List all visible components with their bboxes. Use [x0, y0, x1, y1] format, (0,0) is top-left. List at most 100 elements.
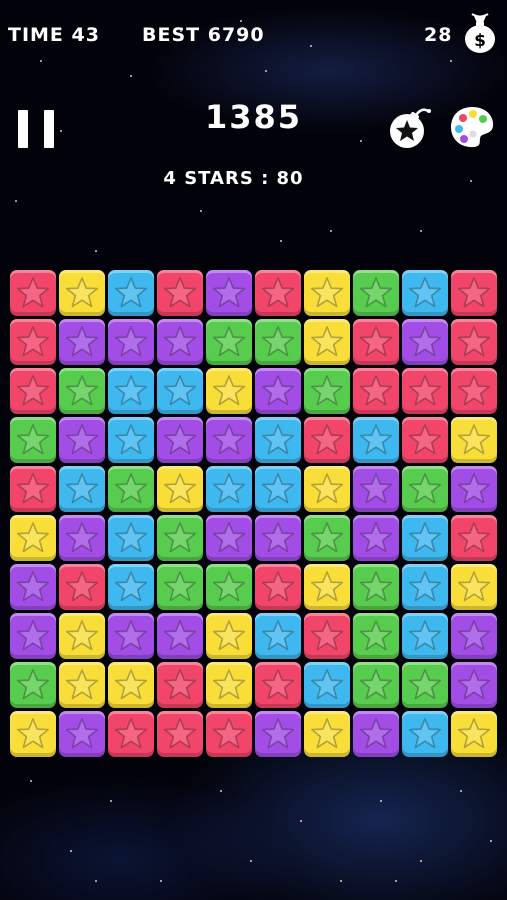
star-tile-red[interactable]: [59, 564, 105, 610]
star-tile-green[interactable]: [353, 270, 399, 316]
star-tile-purple[interactable]: [206, 270, 252, 316]
star-tile-red[interactable]: [10, 270, 56, 316]
star-tile-green[interactable]: [353, 662, 399, 708]
star-tile-yellow[interactable]: [10, 711, 56, 757]
star-tile-yellow[interactable]: [451, 417, 497, 463]
star-tile-green[interactable]: [353, 613, 399, 659]
star-tile-yellow[interactable]: [451, 564, 497, 610]
star-tile-blue[interactable]: [108, 368, 154, 414]
star-tile-yellow[interactable]: [304, 711, 350, 757]
star-tile-yellow[interactable]: [59, 270, 105, 316]
star-tile-red[interactable]: [10, 368, 56, 414]
star-tile-red[interactable]: [451, 270, 497, 316]
star-tile-yellow[interactable]: [157, 466, 203, 512]
star-tile-purple[interactable]: [451, 662, 497, 708]
star-tile-green[interactable]: [10, 417, 56, 463]
star-tile-yellow[interactable]: [304, 319, 350, 365]
palette-button[interactable]: [448, 104, 496, 150]
star-tile-green[interactable]: [59, 368, 105, 414]
star-tile-green[interactable]: [206, 564, 252, 610]
star-tile-purple[interactable]: [255, 711, 301, 757]
star-tile-red[interactable]: [353, 319, 399, 365]
star-tile-red[interactable]: [255, 662, 301, 708]
bomb-button[interactable]: [386, 103, 434, 151]
star-tile-blue[interactable]: [255, 466, 301, 512]
star-tile-green[interactable]: [206, 319, 252, 365]
star-tile-blue[interactable]: [402, 711, 448, 757]
star-tile-purple[interactable]: [108, 613, 154, 659]
star-tile-blue[interactable]: [108, 564, 154, 610]
star-tile-yellow[interactable]: [304, 270, 350, 316]
star-tile-blue[interactable]: [402, 270, 448, 316]
star-tile-yellow[interactable]: [10, 515, 56, 561]
star-tile-purple[interactable]: [108, 319, 154, 365]
star-tile-green[interactable]: [402, 662, 448, 708]
star-tile-green[interactable]: [157, 564, 203, 610]
star-tile-blue[interactable]: [157, 368, 203, 414]
star-tile-purple[interactable]: [59, 417, 105, 463]
star-tile-yellow[interactable]: [206, 368, 252, 414]
star-tile-red[interactable]: [304, 417, 350, 463]
star-tile-purple[interactable]: [206, 515, 252, 561]
star-tile-purple[interactable]: [255, 515, 301, 561]
star-tile-blue[interactable]: [255, 417, 301, 463]
star-tile-yellow[interactable]: [206, 613, 252, 659]
star-tile-purple[interactable]: [451, 613, 497, 659]
star-tile-red[interactable]: [402, 368, 448, 414]
star-tile-purple[interactable]: [59, 515, 105, 561]
star-tile-red[interactable]: [451, 368, 497, 414]
star-tile-red[interactable]: [10, 319, 56, 365]
star-tile-purple[interactable]: [59, 711, 105, 757]
star-tile-yellow[interactable]: [304, 564, 350, 610]
star-tile-blue[interactable]: [59, 466, 105, 512]
star-tile-red[interactable]: [451, 319, 497, 365]
money-bag-icon[interactable]: $: [462, 12, 498, 54]
star-tile-blue[interactable]: [402, 515, 448, 561]
star-tile-green[interactable]: [304, 515, 350, 561]
star-tile-purple[interactable]: [59, 319, 105, 365]
star-tile-blue[interactable]: [402, 564, 448, 610]
star-tile-red[interactable]: [255, 270, 301, 316]
star-tile-green[interactable]: [255, 319, 301, 365]
star-tile-purple[interactable]: [353, 515, 399, 561]
star-tile-purple[interactable]: [10, 564, 56, 610]
star-tile-red[interactable]: [353, 368, 399, 414]
star-tile-yellow[interactable]: [206, 662, 252, 708]
star-tile-blue[interactable]: [108, 270, 154, 316]
star-tile-red[interactable]: [157, 270, 203, 316]
star-tile-red[interactable]: [157, 662, 203, 708]
star-tile-green[interactable]: [10, 662, 56, 708]
star-tile-yellow[interactable]: [451, 711, 497, 757]
star-tile-green[interactable]: [108, 466, 154, 512]
star-tile-red[interactable]: [451, 515, 497, 561]
star-tile-purple[interactable]: [10, 613, 56, 659]
star-tile-purple[interactable]: [255, 368, 301, 414]
star-tile-purple[interactable]: [157, 417, 203, 463]
star-tile-yellow[interactable]: [304, 466, 350, 512]
star-tile-purple[interactable]: [157, 319, 203, 365]
star-tile-purple[interactable]: [353, 711, 399, 757]
star-tile-yellow[interactable]: [108, 662, 154, 708]
star-tile-purple[interactable]: [206, 417, 252, 463]
star-tile-red[interactable]: [157, 711, 203, 757]
star-tile-blue[interactable]: [255, 613, 301, 659]
star-tile-red[interactable]: [255, 564, 301, 610]
star-tile-red[interactable]: [402, 417, 448, 463]
star-tile-blue[interactable]: [402, 613, 448, 659]
star-tile-blue[interactable]: [353, 417, 399, 463]
star-tile-purple[interactable]: [402, 319, 448, 365]
star-tile-blue[interactable]: [108, 515, 154, 561]
star-tile-yellow[interactable]: [59, 613, 105, 659]
star-tile-red[interactable]: [10, 466, 56, 512]
star-tile-green[interactable]: [402, 466, 448, 512]
star-tile-blue[interactable]: [206, 466, 252, 512]
star-tile-red[interactable]: [304, 613, 350, 659]
star-tile-green[interactable]: [157, 515, 203, 561]
star-tile-yellow[interactable]: [59, 662, 105, 708]
star-tile-blue[interactable]: [108, 417, 154, 463]
star-tile-purple[interactable]: [451, 466, 497, 512]
star-tile-purple[interactable]: [157, 613, 203, 659]
star-tile-green[interactable]: [353, 564, 399, 610]
star-tile-red[interactable]: [206, 711, 252, 757]
star-tile-purple[interactable]: [353, 466, 399, 512]
